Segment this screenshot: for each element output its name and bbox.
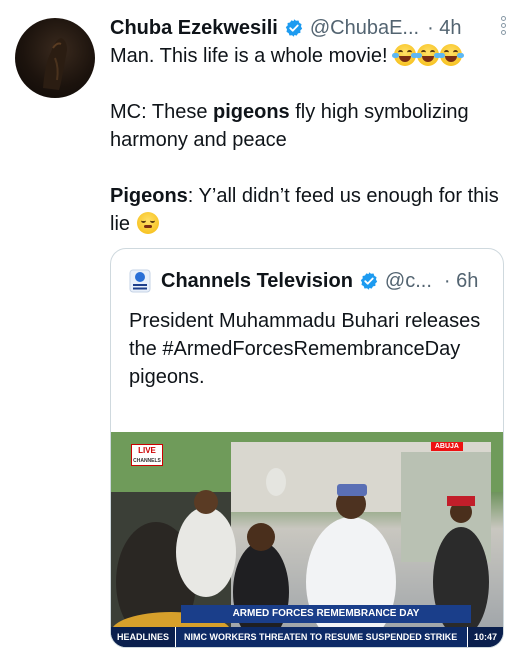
quoted-tweet-text: President Muhammadu Buhari releases the … [129, 310, 481, 388]
video-lower-third: ARMED FORCES REMEMBRANCE DAY [181, 605, 471, 623]
tweet-header: Chuba Ezekwesili @ChubaE... · 4h [110, 14, 509, 42]
ticker-message: NIMC WORKERS THREATEN TO RESUME SUSPENDE… [184, 632, 458, 642]
tweet-text: Man. This life is a whole movie! MC: The… [110, 42, 505, 238]
tweet-line-1: Man. This life is a whole movie! [110, 42, 505, 70]
tweet-timestamp[interactable]: · 4h [427, 17, 461, 40]
steam-from-nose-emoji-icon [136, 212, 159, 234]
quoted-author-name[interactable]: Channels Television [161, 270, 353, 293]
quoted-author-handle[interactable]: @c... [385, 270, 432, 293]
author-handle[interactable]: @ChubaE... [310, 17, 419, 40]
ticker-tag: HEADLINES [111, 627, 177, 647]
tears-of-joy-emoji-icon [415, 44, 442, 66]
tweet-line-2: MC: These pigeons fly high symbolizing h… [110, 101, 469, 151]
tweet-line-3: Pigeons: Y’all didn’t feed us enough for… [110, 185, 499, 235]
quoted-tweet-header: Channels Television @c... · 6h [129, 267, 493, 295]
author-name[interactable]: Chuba Ezekwesili [110, 17, 278, 40]
channels-tv-logo-icon [129, 269, 151, 293]
author-avatar[interactable] [15, 18, 95, 98]
live-badge: LIVE CHANNELS [131, 444, 163, 466]
tears-of-joy-emoji-icon [392, 44, 419, 66]
verified-badge-icon [360, 272, 378, 290]
ticker-time: 10:47 [466, 627, 503, 647]
news-ticker: HEADLINES NIMC WORKERS THREATEN TO RESUM… [111, 627, 503, 647]
quoted-tweet-video-thumbnail[interactable]: LIVE CHANNELS ABUJA ARMED FORCES REMEMBR… [111, 432, 503, 647]
tears-of-joy-emoji-icon [438, 44, 465, 66]
more-options-icon[interactable] [501, 16, 507, 38]
quoted-timestamp[interactable]: · 6h [444, 270, 478, 293]
location-tag: ABUJA [430, 442, 463, 451]
verified-badge-icon [285, 19, 303, 37]
quoted-tweet[interactable]: Channels Television @c... · 6h President… [110, 248, 504, 648]
hashtag-bold-pigeons: pigeons [213, 101, 290, 123]
